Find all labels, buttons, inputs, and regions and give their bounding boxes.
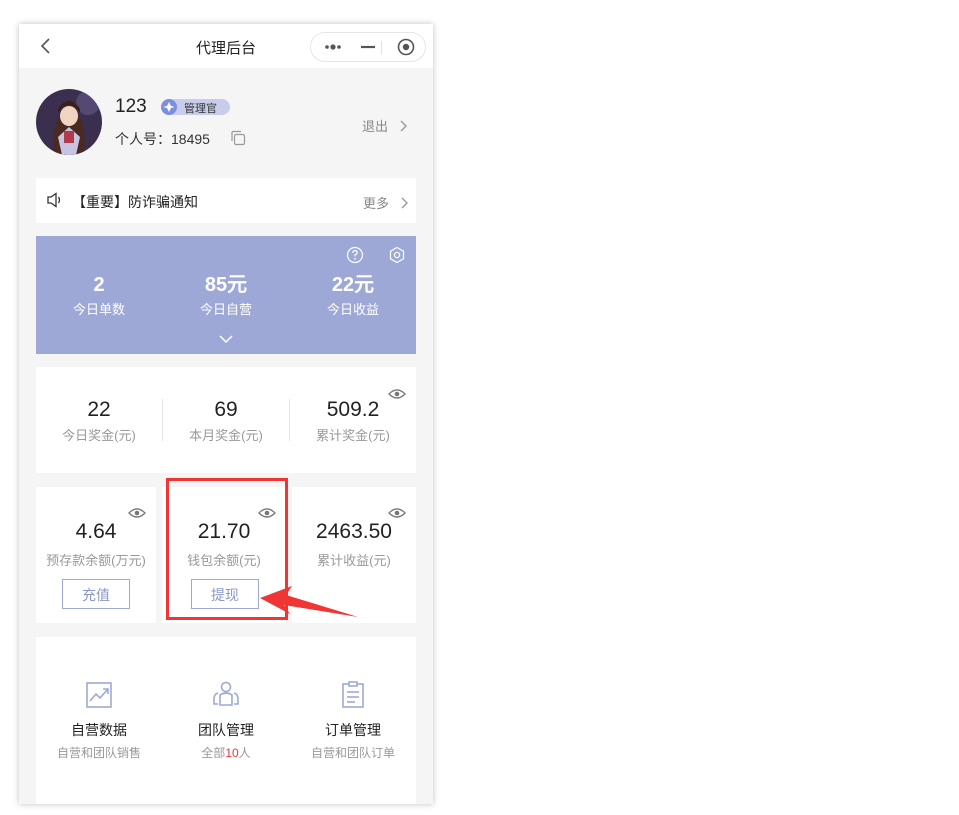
settings-icon[interactable] [388, 246, 406, 264]
bonus-today: 22 今日奖金(元) [36, 397, 162, 444]
bonus-month: 69 本月奖金(元) [163, 397, 289, 444]
deposit-balance-value: 4.64 [75, 520, 117, 543]
total-earnings-value: 2463.50 [316, 520, 392, 543]
help-icon[interactable] [346, 246, 364, 264]
stat-label: 今日单数 [72, 302, 125, 317]
logout-label: 退出 [362, 119, 389, 134]
user-id: 个人号：18495 [115, 129, 210, 149]
stat-label: 今日自营 [199, 302, 252, 317]
arrow-annotation [260, 586, 358, 617]
report-icon[interactable] [211, 801, 241, 804]
stat-label: 今日收益 [326, 302, 379, 317]
menu-title: 订单管理 [325, 722, 381, 738]
speaker-icon [47, 192, 61, 208]
avatar[interactable] [36, 89, 102, 155]
list-icon[interactable] [338, 801, 368, 804]
notice-text: 【重要】防诈骗通知 [72, 194, 198, 210]
mini-program-capsule [310, 32, 426, 62]
team-icon [213, 681, 239, 706]
more-link[interactable]: 更多 [363, 193, 409, 212]
today-stats-panel: 2 今日单数 85元 今日自营 22元 今日收益 [36, 236, 416, 354]
menu-subtitle: 自营和团队订单 [310, 746, 395, 760]
stat-today-earnings: 22元 今日收益 [290, 273, 416, 318]
bonus-label: 今日奖金(元) [62, 428, 136, 443]
phone-frame: 代理后台 123 管理官 个人号：18495 退出 【重要】防诈骗通知 更多 2… [19, 24, 433, 804]
profile-section: 123 管理官 个人号：18495 退出 [19, 68, 433, 172]
close-circle-icon[interactable] [387, 33, 425, 61]
bonus-label: 累计奖金(元) [316, 428, 390, 443]
subtitle-prefix: 全部 [201, 746, 226, 760]
menu-subtitle: 全部10人 [163, 744, 289, 761]
chevron-down-icon[interactable] [219, 334, 233, 344]
copy-icon[interactable] [230, 130, 246, 146]
recharge-button[interactable]: 充值 [62, 579, 130, 609]
menu-team[interactable]: 团队管理 全部10人 [163, 680, 289, 761]
order-icon [342, 681, 364, 708]
bonus-value: 22 [87, 398, 111, 421]
user-id-label: 个人号： [115, 131, 171, 147]
subtitle-suffix: 人 [238, 746, 251, 760]
logout-link[interactable]: 退出 [362, 116, 408, 135]
eye-icon[interactable] [128, 507, 146, 519]
menu-self-data[interactable]: 自营数据 自营和团队销售 [36, 680, 162, 761]
notice-bar[interactable]: 【重要】防诈骗通知 更多 [36, 178, 416, 223]
stat-value: 22元 [331, 274, 375, 296]
user-id-value: 18495 [171, 131, 210, 147]
deposit-balance-label: 预存款余额(万元) [46, 553, 146, 568]
bonus-value: 509.2 [326, 398, 380, 421]
user-name: 123 [115, 96, 147, 117]
chevron-right-icon [401, 197, 408, 209]
menu-title: 自营数据 [71, 722, 127, 738]
team-count: 10 [225, 746, 239, 760]
role-badge: 管理官 [184, 103, 217, 115]
menu-orders[interactable]: 订单管理 自营和团队订单 [290, 680, 416, 761]
top-bar: 代理后台 [19, 24, 433, 68]
chevron-right-icon [400, 120, 407, 132]
bonus-value: 69 [214, 398, 238, 421]
more-dots-icon[interactable] [314, 33, 352, 61]
deposit-balance-card: 4.64 预存款余额(万元) 充值 [36, 487, 156, 623]
eye-icon[interactable] [388, 507, 406, 519]
more-label: 更多 [363, 196, 390, 211]
bonus-card: 22 今日奖金(元) 69 本月奖金(元) 509.2 累计奖金(元) [36, 367, 416, 473]
bonus-label: 本月奖金(元) [189, 428, 263, 443]
total-earnings-label: 累计收益(元) [317, 553, 391, 568]
chart-icon [86, 682, 112, 708]
stat-value: 85元 [204, 274, 248, 296]
menu-title: 团队管理 [198, 722, 254, 738]
menu-subtitle: 自营和团队销售 [56, 746, 141, 760]
stat-today-self: 85元 今日自营 [163, 273, 289, 318]
bonus-total: 509.2 累计奖金(元) [290, 397, 416, 444]
stat-value: 2 [93, 274, 105, 296]
document-edit-icon[interactable] [84, 801, 114, 804]
feature-grid: 自营数据 自营和团队销售 团队管理 全部10人 订单管理 自营和团队订单 [36, 637, 416, 804]
stat-today-orders: 2 今日单数 [36, 273, 162, 318]
capsule-divider [381, 41, 382, 54]
